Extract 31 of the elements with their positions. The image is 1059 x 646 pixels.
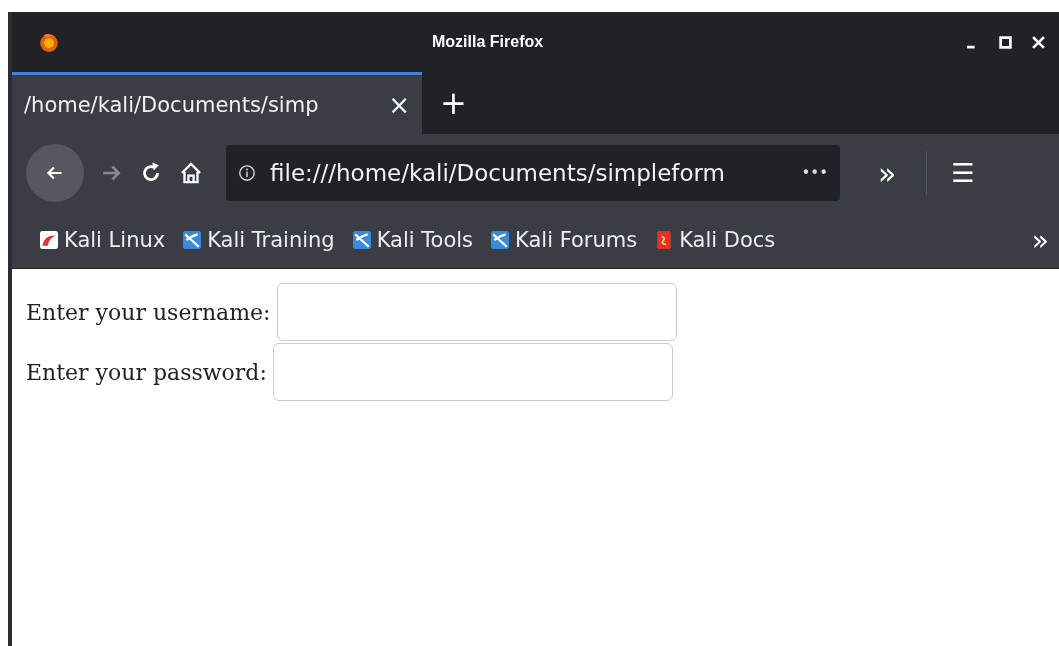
bookmark-label: Kali Training	[207, 228, 335, 252]
field-label: Enter your username:	[26, 299, 271, 325]
firefox-icon	[38, 31, 60, 53]
page-actions-button[interactable]: •••	[801, 164, 828, 182]
bookmark-label: Kali Forums	[515, 228, 638, 252]
field-label: Enter your password:	[26, 359, 267, 385]
bookmark-link[interactable]: Kali Linux	[40, 228, 166, 252]
input-field[interactable]	[272, 343, 673, 401]
menu-button[interactable]: ☰	[951, 158, 975, 188]
info-icon[interactable]	[238, 164, 256, 182]
overflow-button[interactable]: »	[878, 155, 897, 191]
input-field[interactable]	[276, 283, 677, 341]
bookmark-link[interactable]: Kali Forums	[491, 228, 638, 252]
bookmark-link[interactable]: Kali Docs	[655, 228, 776, 252]
tab-close-button[interactable]: ×	[388, 89, 410, 120]
bookmarks-overflow-button[interactable]: »	[1031, 223, 1049, 257]
new-tab-button[interactable]: +	[440, 84, 467, 122]
window-title: Mozilla Firefox	[432, 33, 544, 51]
bookmark-label: Kali Docs	[679, 228, 776, 252]
browser-tab[interactable]: /home/kali/Documents/simp ×	[12, 72, 422, 134]
close-icon[interactable]	[1032, 35, 1045, 49]
address-bar[interactable]: file:///home/kali/Documents/simpleform •••	[226, 145, 840, 201]
url-text: file:///home/kali/Documents/simpleform	[270, 160, 726, 186]
bookmark-label: Kali Tools	[376, 228, 474, 252]
bookmark-link[interactable]: Kali Tools	[352, 228, 474, 252]
bookmark-label: Kali Linux	[64, 228, 166, 252]
home-icon[interactable]	[178, 160, 204, 186]
bookmark-link[interactable]: Kali Training	[183, 228, 335, 252]
docs-icon	[655, 231, 674, 249]
tab-title: /home/kali/Documents/simp	[24, 92, 320, 117]
maximize-icon[interactable]	[999, 35, 1012, 49]
